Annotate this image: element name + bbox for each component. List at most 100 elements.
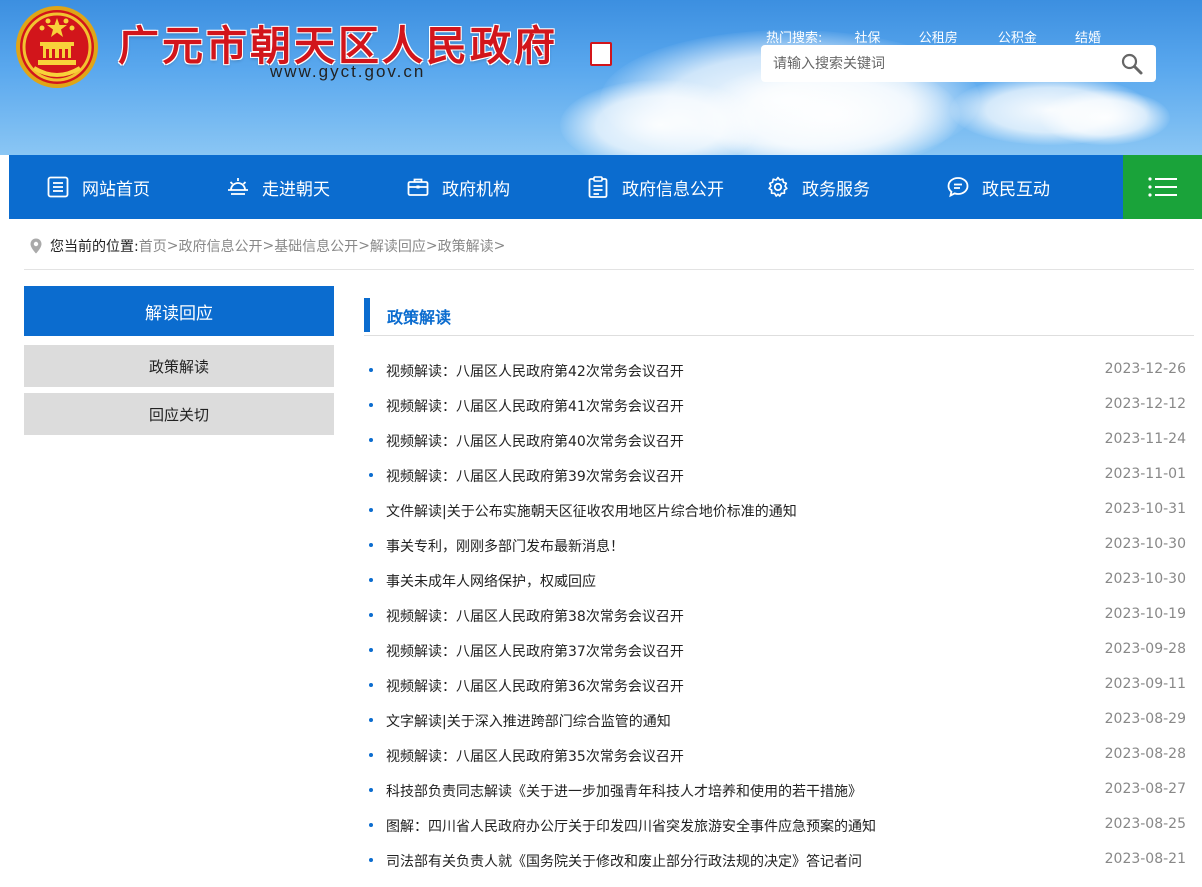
article-link[interactable]: 事关专利，刚刚多部门发布最新消息！ xyxy=(386,536,624,556)
column-title: 政策解读 xyxy=(387,308,452,327)
sidebar-item-response[interactable]: 回应关切 xyxy=(24,393,334,435)
search-input[interactable] xyxy=(771,53,1115,75)
nav-item-label: 走进朝天 xyxy=(262,179,330,200)
hot-search-link[interactable]: 社保 xyxy=(855,27,881,46)
nav-item-services[interactable]: 政务服务 xyxy=(766,155,870,219)
header-cloud xyxy=(1040,90,1170,145)
list-item: 事关未成年人网络保护，权威回应 2023-10-30 xyxy=(364,562,1186,597)
briefcase-icon xyxy=(407,178,429,196)
menu-button[interactable] xyxy=(1123,155,1202,219)
breadcrumb-link[interactable]: 解读回应 xyxy=(370,236,426,256)
gear-icon xyxy=(768,176,788,197)
list-item: 事关专利，刚刚多部门发布最新消息！ 2023-10-30 xyxy=(364,527,1186,562)
hot-search-link[interactable]: 公积金 xyxy=(998,27,1037,46)
article-date: 2023-08-25 xyxy=(1104,816,1186,832)
list-item: 视频解读：八届区人民政府第36次常务会议召开 2023-09-11 xyxy=(364,667,1186,702)
bullet-icon xyxy=(369,368,373,372)
article-link[interactable]: 科技部负责同志解读《关于进一步加强青年科技人才培养和使用的若干措施》 xyxy=(386,781,862,801)
article-link[interactable]: 视频解读：八届区人民政府第41次常务会议召开 xyxy=(386,396,684,416)
article-date: 2023-08-27 xyxy=(1104,781,1186,797)
breadcrumb-link[interactable]: 基础信息公开 xyxy=(274,236,358,256)
location-pin-icon xyxy=(30,238,42,254)
bullet-icon xyxy=(369,788,373,792)
hot-search-link[interactable]: 结婚 xyxy=(1075,27,1101,46)
site-header: 广元市朝天区人民政府 www.gyct.gov.cn 热门搜索: 社保 公租房 … xyxy=(0,0,1202,155)
article-date: 2023-09-28 xyxy=(1104,641,1186,657)
nav-item-interaction[interactable]: 政民互动 xyxy=(946,155,1050,219)
hamburger-icon xyxy=(1147,177,1177,197)
list-item: 视频解读：八届区人民政府第37次常务会议召开 2023-09-28 xyxy=(364,632,1186,667)
bullet-icon xyxy=(369,508,373,512)
bullet-icon xyxy=(369,823,373,827)
article-date: 2023-12-12 xyxy=(1104,396,1186,412)
list-item: 司法部有关负责人就《国务院关于修改和废止部分行政法规的决定》答记者问 2023-0… xyxy=(364,842,1186,877)
article-link[interactable]: 视频解读：八届区人民政府第42次常务会议召开 xyxy=(386,361,684,381)
sidebar-item-policy-interpretation[interactable]: 政策解读 xyxy=(24,345,334,387)
list-item: 科技部负责同志解读《关于进一步加强青年科技人才培养和使用的若干措施》 2023-0… xyxy=(364,772,1186,807)
bullet-icon xyxy=(369,543,373,547)
list-item: 视频解读：八届区人民政府第40次常务会议召开 2023-11-24 xyxy=(364,422,1186,457)
nav-item-disclosure[interactable]: 政府信息公开 xyxy=(586,155,724,219)
article-date: 2023-08-29 xyxy=(1104,711,1186,727)
chat-icon xyxy=(947,177,969,198)
nav-item-label: 政民互动 xyxy=(982,179,1050,200)
list-item: 视频解读：八届区人民政府第41次常务会议召开 2023-12-12 xyxy=(364,387,1186,422)
bullet-icon xyxy=(369,683,373,687)
breadcrumb-separator: > xyxy=(425,238,438,254)
article-link[interactable]: 视频解读：八届区人民政府第37次常务会议召开 xyxy=(386,641,684,661)
article-date: 2023-12-26 xyxy=(1104,361,1186,377)
article-link[interactable]: 事关未成年人网络保护，权威回应 xyxy=(386,571,596,591)
breadcrumb-separator: > xyxy=(493,238,506,254)
article-link[interactable]: 文字解读|关于深入推进跨部门综合监管的通知 xyxy=(386,711,671,731)
breadcrumb-link[interactable]: 政策解读 xyxy=(438,236,494,256)
article-date: 2023-08-21 xyxy=(1104,851,1186,867)
breadcrumb-separator: > xyxy=(358,238,370,254)
article-list: 视频解读：八届区人民政府第42次常务会议召开 2023-12-26 视频解读：八届… xyxy=(364,352,1186,877)
breadcrumb-separator: > xyxy=(166,238,179,254)
nav-item-label: 网站首页 xyxy=(82,179,150,200)
sidebar-heading: 解读回应 xyxy=(24,286,334,336)
article-link[interactable]: 司法部有关负责人就《国务院关于修改和废止部分行政法规的决定》答记者问 xyxy=(386,851,862,871)
list-icon xyxy=(47,176,69,198)
article-link[interactable]: 图解：四川省人民政府办公厅关于印发四川省突发旅游安全事件应急预案的通知 xyxy=(386,816,876,836)
article-link[interactable]: 视频解读：八届区人民政府第38次常务会议召开 xyxy=(386,606,684,626)
nav-item-label: 政府信息公开 xyxy=(622,179,724,200)
article-date: 2023-10-19 xyxy=(1104,606,1186,622)
article-link[interactable]: 视频解读：八届区人民政府第35次常务会议召开 xyxy=(386,746,684,766)
breadcrumb-link[interactable]: 首页 xyxy=(139,236,167,256)
site-url: www.gyct.gov.cn xyxy=(270,62,426,81)
breadcrumb-label: 您当前的位置: xyxy=(50,239,139,255)
breadcrumb-divider xyxy=(24,269,1194,270)
breadcrumb-separator: > xyxy=(262,238,275,254)
article-link[interactable]: 视频解读：八届区人民政府第40次常务会议召开 xyxy=(386,431,684,451)
bullet-icon xyxy=(369,753,373,757)
hot-search-label: 热门搜索: xyxy=(766,31,823,46)
list-item: 视频解读：八届区人民政府第35次常务会议召开 2023-08-28 xyxy=(364,737,1186,772)
hot-search-link[interactable]: 公租房 xyxy=(919,27,958,46)
bullet-icon xyxy=(369,718,373,722)
article-date: 2023-11-24 xyxy=(1104,431,1186,447)
bullet-icon xyxy=(369,403,373,407)
nav-item-about[interactable]: 走进朝天 xyxy=(226,155,330,219)
nav-item-home[interactable]: 网站首页 xyxy=(46,155,150,219)
article-link[interactable]: 视频解读：八届区人民政府第39次常务会议召开 xyxy=(386,466,684,486)
list-item: 视频解读：八届区人民政府第39次常务会议召开 2023-11-01 xyxy=(364,457,1186,492)
article-link[interactable]: 文件解读|关于公布实施朝天区征收农用地区片综合地价标准的通知 xyxy=(386,501,797,521)
list-item: 文字解读|关于深入推进跨部门综合监管的通知 2023-08-29 xyxy=(364,702,1186,737)
national-emblem-icon xyxy=(16,6,98,88)
hot-search: 热门搜索: 社保 公租房 公积金 结婚 xyxy=(766,27,1101,46)
bullet-icon xyxy=(369,438,373,442)
column-divider xyxy=(364,335,1194,336)
main-nav: 网站首页 走进朝天 政府机构 政府信息公开 政务服务 政民互动 xyxy=(9,155,1202,219)
list-item: 视频解读：八届区人民政府第42次常务会议召开 2023-12-26 xyxy=(364,352,1186,387)
search-box xyxy=(761,45,1156,82)
nav-item-agencies[interactable]: 政府机构 xyxy=(406,155,510,219)
search-icon[interactable] xyxy=(1120,52,1144,76)
article-link[interactable]: 视频解读：八届区人民政府第36次常务会议召开 xyxy=(386,676,684,696)
article-date: 2023-08-28 xyxy=(1104,746,1186,762)
article-date: 2023-10-30 xyxy=(1104,536,1186,552)
seal-icon xyxy=(590,42,612,66)
article-date: 2023-10-30 xyxy=(1104,571,1186,587)
list-item: 文件解读|关于公布实施朝天区征收农用地区片综合地价标准的通知 2023-10-31 xyxy=(364,492,1186,527)
breadcrumb-link[interactable]: 政府信息公开 xyxy=(178,236,262,256)
